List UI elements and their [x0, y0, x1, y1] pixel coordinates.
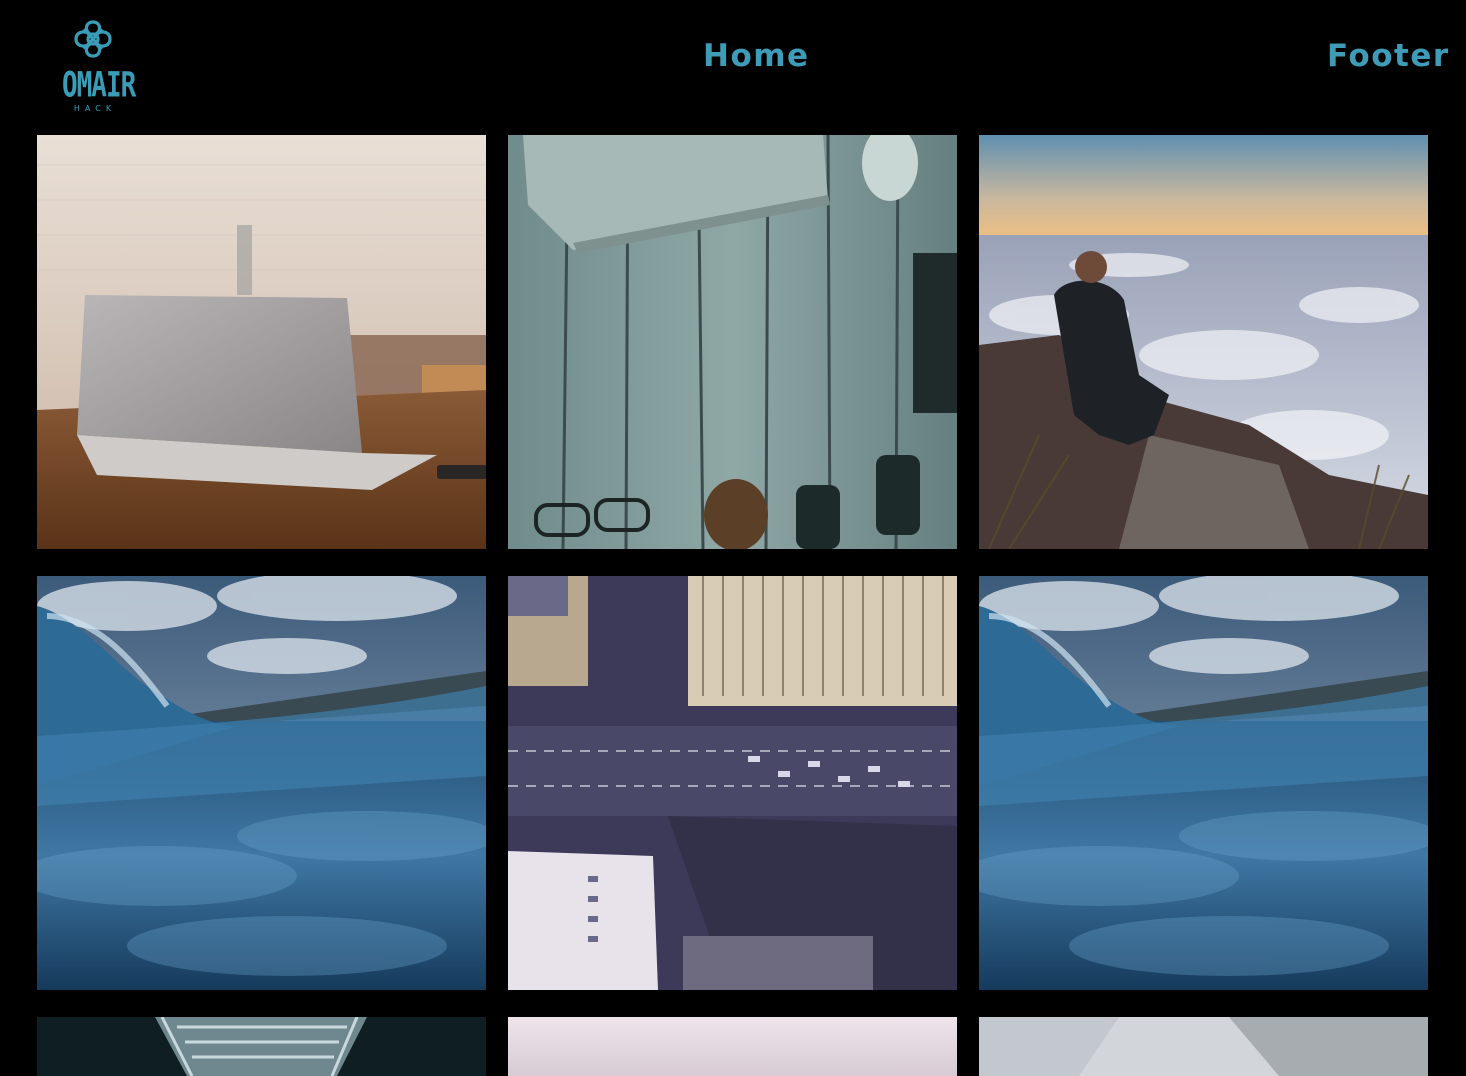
site-logo[interactable]: OMAIR HACK	[62, 18, 136, 114]
logo-wordmark: OMAIR	[62, 65, 136, 106]
gallery-image-ocean-wave[interactable]	[37, 576, 486, 990]
gallery-image-man-above-clouds[interactable]	[979, 135, 1428, 549]
gallery-image-ocean-wave[interactable]	[979, 576, 1428, 990]
gallery-image-aerial-city[interactable]	[508, 576, 957, 990]
page: OMAIR HACK Home Footer	[0, 0, 1466, 1076]
nav-home-link[interactable]: Home	[703, 38, 810, 74]
gallery-image-pale-sky[interactable]	[508, 1017, 957, 1076]
gallery-image-laptop-table[interactable]	[37, 135, 486, 549]
site-header: OMAIR HACK Home Footer	[0, 0, 1466, 120]
gallery-image-hallway[interactable]	[37, 1017, 486, 1076]
logo-subtitle: HACK	[73, 104, 117, 113]
gallery-image-wood-desk[interactable]	[508, 135, 957, 549]
celtic-knot-icon	[74, 20, 112, 58]
gallery-image-grey-scene[interactable]	[979, 1017, 1428, 1076]
nav-footer-link[interactable]: Footer	[1327, 38, 1450, 74]
